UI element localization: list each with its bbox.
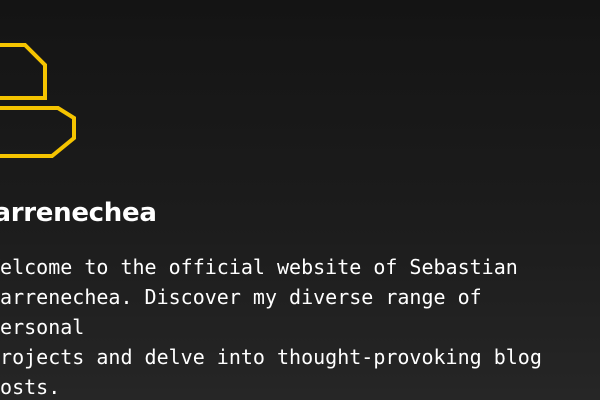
logo-upper-shape bbox=[0, 43, 47, 100]
logo-lower-shape bbox=[0, 106, 76, 158]
intro-text: Welcome to the official website of Sebas… bbox=[0, 255, 542, 399]
site-title: Barrenechea bbox=[0, 198, 157, 228]
